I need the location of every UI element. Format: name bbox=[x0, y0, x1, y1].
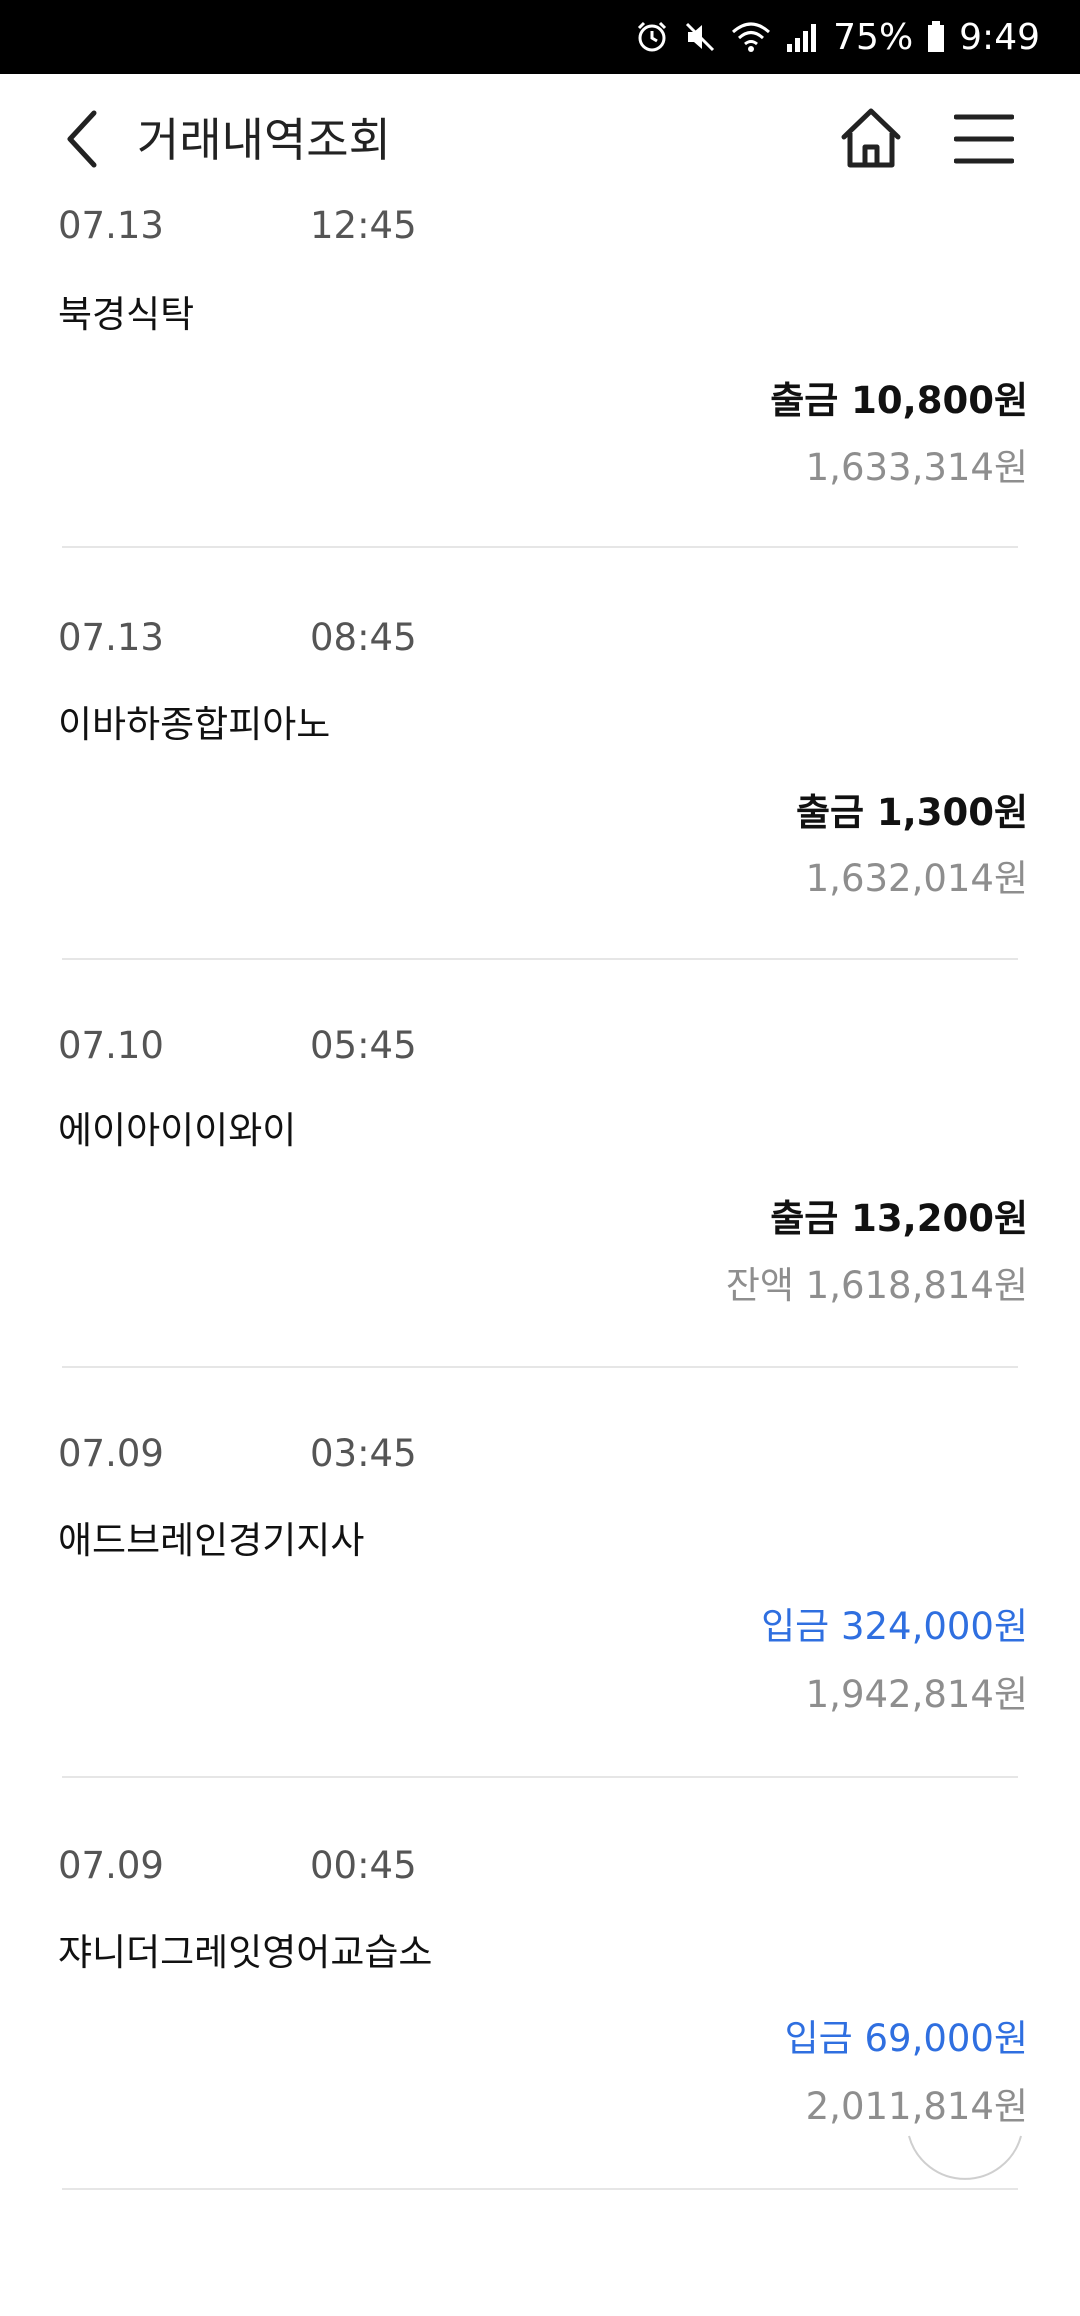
transaction-date: 07.09 bbox=[58, 1432, 164, 1475]
back-icon bbox=[67, 110, 97, 168]
alarm-icon bbox=[635, 20, 669, 54]
transaction-merchant: 쟈니더그레잇영어교습소 bbox=[58, 1931, 433, 1974]
transaction-item[interactable]: 07.10 05:45 에이아이이와이 출금 13,200원 잔액 1,618,… bbox=[0, 960, 1080, 1370]
transaction-balance: 잔액 1,618,814원 bbox=[725, 1264, 1028, 1307]
divider bbox=[62, 2188, 1018, 2190]
transaction-time: 03:45 bbox=[310, 1432, 417, 1475]
divider bbox=[62, 546, 1018, 548]
transaction-amount: 입금 324,000원 bbox=[761, 1605, 1028, 1648]
transaction-merchant: 북경식탁 bbox=[58, 293, 195, 336]
home-icon bbox=[841, 108, 901, 168]
transaction-merchant: 이바하종합피아노 bbox=[58, 703, 331, 746]
wifi-icon bbox=[731, 20, 771, 54]
app-header: 거래내역조회 bbox=[0, 74, 1080, 204]
transaction-time: 12:45 bbox=[310, 204, 417, 247]
status-bar: 75% 9:49 bbox=[0, 0, 1080, 74]
transaction-amount: 출금 10,800원 bbox=[770, 379, 1028, 422]
transaction-balance: 2,011,814원 bbox=[805, 2085, 1028, 2128]
transaction-amount: 입금 69,000원 bbox=[784, 2017, 1028, 2060]
clock: 9:49 bbox=[959, 16, 1040, 58]
transaction-balance: 1,942,814원 bbox=[805, 1673, 1028, 1716]
menu-button[interactable] bbox=[952, 104, 1016, 174]
transaction-balance: 1,632,014원 bbox=[805, 857, 1028, 900]
battery-percent: 75% bbox=[833, 16, 914, 58]
divider bbox=[62, 1776, 1018, 1778]
transaction-time: 00:45 bbox=[310, 1844, 417, 1887]
transaction-item[interactable]: 07.13 08:45 이바하종합피아노 출금 1,300원 1,632,014… bbox=[0, 550, 1080, 960]
transaction-date: 07.13 bbox=[58, 204, 164, 247]
transaction-item[interactable]: 07.13 12:45 북경식탁 출금 10,800원 1,633,314원 bbox=[0, 204, 1080, 550]
signal-icon bbox=[785, 20, 819, 54]
divider bbox=[62, 1366, 1018, 1368]
transaction-time: 05:45 bbox=[310, 1024, 417, 1067]
transaction-date: 07.10 bbox=[58, 1024, 164, 1067]
transaction-time: 08:45 bbox=[310, 616, 417, 659]
back-button[interactable] bbox=[52, 104, 112, 174]
transaction-amount: 출금 13,200원 bbox=[770, 1197, 1028, 1240]
mute-icon bbox=[683, 20, 717, 54]
transaction-item[interactable]: 07.09 03:45 애드브레인경기지사 입금 324,000원 1,942,… bbox=[0, 1370, 1080, 1780]
battery-icon bbox=[927, 21, 945, 53]
page-title: 거래내역조회 bbox=[137, 113, 391, 167]
status-icons: 75% 9:49 bbox=[635, 0, 1040, 74]
transaction-balance: 1,633,314원 bbox=[805, 446, 1028, 489]
home-button[interactable] bbox=[836, 100, 906, 176]
transaction-date: 07.13 bbox=[58, 616, 164, 659]
transaction-merchant: 애드브레인경기지사 bbox=[58, 1519, 365, 1562]
transaction-amount: 출금 1,300원 bbox=[795, 791, 1028, 834]
scroll-top-button[interactable] bbox=[906, 2128, 1024, 2198]
menu-icon bbox=[954, 114, 1014, 164]
transaction-date: 07.09 bbox=[58, 1844, 164, 1887]
transaction-merchant: 에이아이이와이 bbox=[58, 1109, 297, 1152]
transaction-list[interactable]: 07.13 12:45 북경식탁 출금 10,800원 1,633,314원 0… bbox=[0, 204, 1080, 2316]
